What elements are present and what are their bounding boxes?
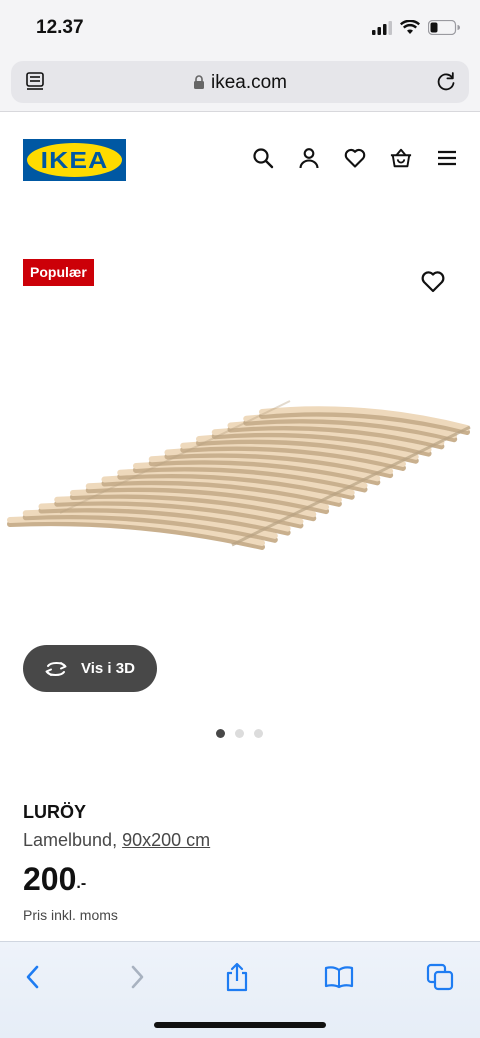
favourites-icon[interactable]: [344, 146, 366, 170]
url-display[interactable]: ikea.com: [11, 72, 469, 94]
popular-badge: Populær: [23, 259, 94, 286]
product-description: Lamelbund, 90x200 cm: [23, 830, 210, 851]
header-icon-bar: [252, 146, 458, 170]
logo-oval: IKEA: [27, 143, 122, 177]
view-in-3d-label: Vis i 3D: [81, 660, 135, 677]
product-price: 200.-: [23, 861, 86, 898]
add-to-favourites-icon[interactable]: [420, 269, 446, 295]
rotate-3d-icon: [45, 661, 67, 676]
gallery-pagination: [216, 729, 263, 738]
wifi-icon: [400, 20, 420, 34]
pagination-dot[interactable]: [235, 729, 244, 738]
price-amount: 200: [23, 861, 77, 897]
slats-group: [7, 400, 471, 550]
status-time: 12.37: [36, 17, 84, 38]
tabs-icon[interactable]: [425, 962, 455, 992]
url-text: ikea.com: [210, 72, 288, 93]
lock-icon: [193, 75, 204, 89]
status-icons: [372, 20, 460, 35]
address-bar[interactable]: ikea.com: [11, 61, 469, 103]
account-icon[interactable]: [298, 146, 320, 170]
cellular-signal-icon: [372, 20, 392, 35]
search-icon[interactable]: [252, 146, 274, 170]
site-header: IKEA: [0, 112, 480, 208]
ikea-logo[interactable]: IKEA: [23, 139, 126, 181]
share-icon[interactable]: [222, 962, 252, 992]
product-size-link[interactable]: 90x200 cm: [122, 830, 210, 850]
pagination-dot[interactable]: [216, 729, 225, 738]
forward-icon[interactable]: [122, 962, 152, 992]
pagination-dot[interactable]: [254, 729, 263, 738]
product-type: Lamelbund,: [23, 830, 118, 850]
reload-icon[interactable]: [435, 70, 457, 92]
battery-icon: [428, 20, 460, 35]
product-image-slatted-bed-base[interactable]: [0, 395, 480, 565]
price-note: Pris inkl. moms: [23, 907, 118, 923]
product-name[interactable]: LURÖY: [23, 802, 86, 823]
back-icon[interactable]: [18, 962, 48, 992]
basket-icon[interactable]: [390, 146, 412, 170]
home-indicator[interactable]: [154, 1022, 326, 1028]
bookmarks-icon[interactable]: [324, 962, 354, 992]
price-suffix: .-: [76, 875, 87, 892]
status-bar: 12.37: [0, 0, 480, 56]
logo-text: IKEA: [40, 146, 109, 173]
view-in-3d-button[interactable]: Vis i 3D: [23, 645, 157, 692]
browser-toolbar: ikea.com: [0, 56, 480, 112]
menu-icon[interactable]: [436, 146, 458, 170]
